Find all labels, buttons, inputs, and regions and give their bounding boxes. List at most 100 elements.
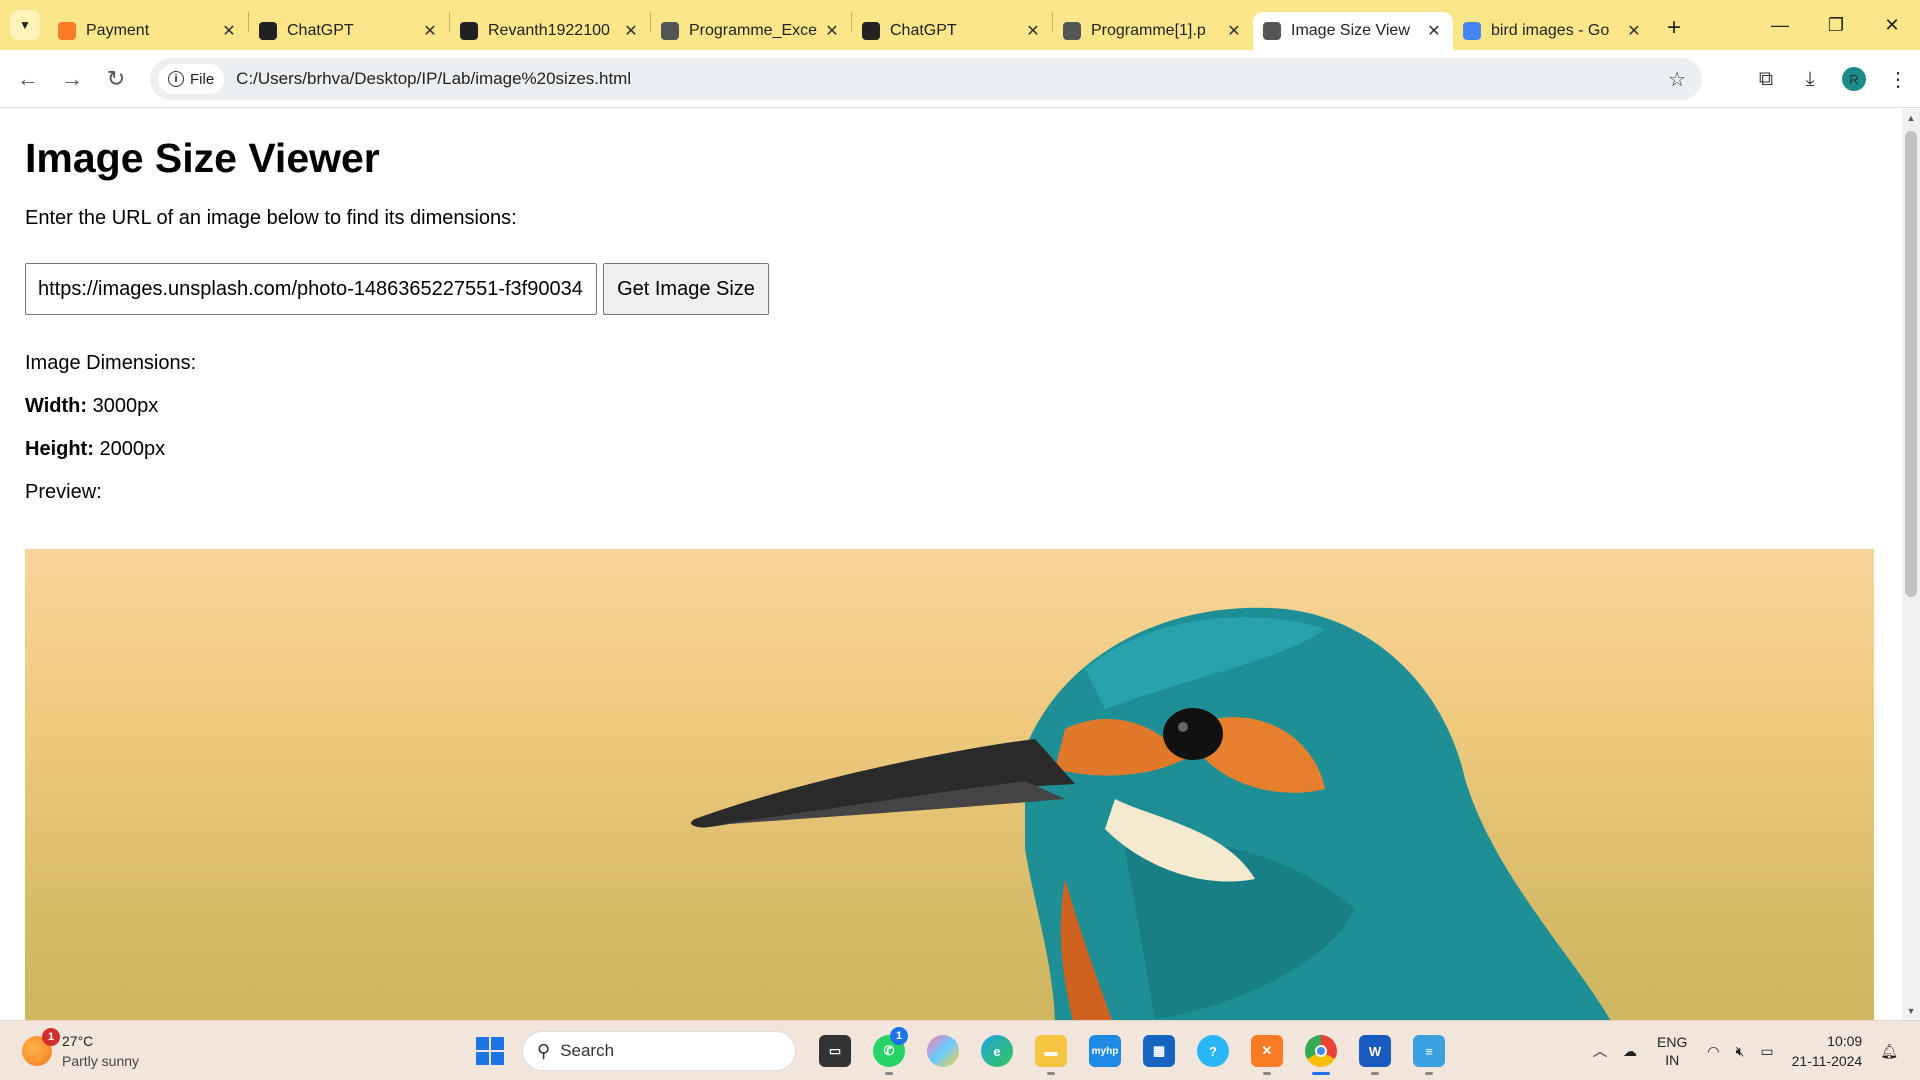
weather-badge: 1 [42, 1028, 60, 1046]
tab-title: bird images - Go [1491, 22, 1610, 39]
battery-icon[interactable]: ▭ [1760, 1043, 1773, 1060]
get-image-size-button[interactable]: Get Image Size [603, 263, 769, 315]
tab-close-icon[interactable]: ✕ [622, 21, 640, 41]
tab-title: ChatGPT [890, 22, 957, 39]
tab-search-menu-button[interactable]: ▼ [10, 10, 40, 40]
task-view-icon[interactable]: ▭ [812, 1029, 858, 1073]
tab-title: Payment [86, 22, 150, 39]
height-line: Height: 2000px [25, 438, 165, 461]
tab-title: Revanth1922100 [488, 22, 610, 39]
profile-avatar[interactable]: R [1842, 67, 1866, 91]
site-info-chip[interactable]: i File [158, 64, 225, 94]
tab-close-icon[interactable]: ✕ [823, 21, 841, 41]
close-window-button[interactable]: ✕ [1864, 15, 1920, 36]
onedrive-sync-icon[interactable]: ☁ [1623, 1043, 1637, 1060]
back-button[interactable]: ← [6, 66, 50, 92]
browser-tab[interactable]: Programme_Exce ✕ [651, 12, 851, 50]
width-line: Width: 3000px [25, 395, 158, 418]
browser-tab[interactable]: Payment ✕ [48, 12, 248, 50]
vertical-scrollbar[interactable]: ▲ ▼ [1902, 109, 1920, 1020]
browser-tab[interactable]: Image Size View ✕ [1253, 12, 1453, 50]
image-preview [25, 549, 1874, 1020]
file-explorer-icon[interactable]: ▬ [1028, 1029, 1074, 1075]
windows-start-icon[interactable] [470, 1031, 510, 1071]
page-content: Image Size Viewer Enter the URL of an im… [0, 109, 1902, 1020]
reload-button[interactable]: ↻ [94, 66, 138, 92]
tab-close-icon[interactable]: ✕ [1425, 21, 1443, 41]
chrome-icon[interactable] [1298, 1029, 1344, 1075]
myhp-icon[interactable]: myhp [1082, 1029, 1128, 1073]
globe-icon [1263, 22, 1281, 40]
extensions-icon[interactable]: ⧉ [1744, 68, 1788, 91]
downloads-icon[interactable]: ⤓ [1788, 68, 1832, 91]
volume-muted-icon[interactable]: 🔇︎ [1736, 1043, 1745, 1060]
browser-tab[interactable]: bird images - Go ✕ [1453, 12, 1653, 50]
tab-close-icon[interactable]: ✕ [421, 21, 439, 41]
scrollbar-thumb[interactable] [1905, 131, 1917, 597]
show-hidden-icons-chevron-icon[interactable]: ︿ [1593, 1041, 1607, 1061]
height-label: Height: [25, 438, 94, 460]
pinned-apps: ▭ ✆ 1 e ▬ myhp ▦ ? ✕ W ≡ [808, 1027, 1456, 1075]
new-tab-button[interactable]: + [1667, 14, 1681, 42]
width-value: 3000px [87, 395, 159, 417]
address-bar[interactable]: i File C:/Users/brhva/Desktop/IP/Lab/ima… [150, 58, 1702, 100]
word-icon[interactable]: W [1352, 1029, 1398, 1075]
system-tray: ︿ ☁ ENG IN ◠ 🔇︎ ▭ 10:09 21-11-2024 🔔︎ [1585, 1029, 1906, 1073]
scheme-label: File [190, 70, 215, 88]
minimize-button[interactable]: — [1752, 15, 1808, 36]
chatgpt-icon [862, 22, 880, 40]
copilot-icon[interactable] [920, 1029, 966, 1073]
globe-icon [1063, 22, 1081, 40]
search-icon: ⚲ [537, 1040, 551, 1061]
lang-bottom: IN [1665, 1052, 1680, 1068]
tab-close-icon[interactable]: ✕ [1225, 21, 1243, 41]
google-icon [1463, 22, 1481, 40]
taskbar-center: ⚲ Search ▭ ✆ 1 e ▬ myhp ▦ ? ✕ W ≡ [470, 1027, 1456, 1075]
browser-tab[interactable]: Programme[1].p ✕ [1053, 12, 1253, 50]
scroll-up-arrow[interactable]: ▲ [1902, 109, 1920, 127]
image-url-input[interactable] [25, 263, 597, 315]
tab-close-icon[interactable]: ✕ [1625, 21, 1643, 41]
bookmark-star-icon[interactable]: ☆ [1668, 67, 1686, 92]
windows-taskbar: 1 27°C Partly sunny ⚲ Search ▭ ✆ 1 e ▬ my… [0, 1020, 1920, 1080]
tab-title: Image Size View [1291, 22, 1410, 39]
wifi-icon[interactable]: ◠ [1707, 1043, 1719, 1060]
width-label: Width: [25, 395, 88, 417]
clock-time: 10:09 [1827, 1033, 1863, 1049]
edge-icon[interactable]: e [974, 1029, 1020, 1073]
clock[interactable]: 10:09 21-11-2024 [1792, 1031, 1863, 1071]
lang-top: ENG [1657, 1034, 1688, 1050]
tab-close-icon[interactable]: ✕ [1024, 21, 1042, 41]
info-icon: i [168, 71, 184, 87]
tab-close-icon[interactable]: ✕ [220, 21, 238, 41]
notepad-icon[interactable]: ≡ [1406, 1029, 1452, 1075]
height-value: 2000px [93, 438, 166, 460]
microsoft-store-icon[interactable]: ▦ [1136, 1029, 1182, 1073]
kingfisher-bird-image [690, 607, 1611, 1020]
browser-tab[interactable]: ChatGPT ✕ [852, 12, 1052, 50]
github-icon [460, 22, 478, 40]
clock-date: 21-11-2024 [1791, 1053, 1863, 1069]
globe-icon [661, 22, 679, 40]
weather-widget[interactable]: 1 27°C Partly sunny [22, 1028, 139, 1071]
taskbar-search[interactable]: ⚲ Search [522, 1031, 796, 1071]
browser-tab[interactable]: ChatGPT ✕ [249, 12, 449, 50]
xampp-icon[interactable]: ✕ [1244, 1029, 1290, 1075]
restore-button[interactable]: ❐ [1808, 15, 1864, 36]
forward-button[interactable]: → [50, 66, 94, 92]
menu-kebab-icon[interactable]: ⋮ [1876, 67, 1920, 92]
url-text[interactable]: C:/Users/brhva/Desktop/IP/Lab/image%20si… [236, 69, 631, 89]
whatsapp-icon[interactable]: ✆ 1 [866, 1027, 912, 1075]
notifications-bell-icon[interactable]: 🔔︎ [1880, 1043, 1898, 1060]
tab-title: Programme_Exce [689, 22, 817, 39]
get-help-icon[interactable]: ? [1190, 1029, 1236, 1073]
browser-toolbar: ← → ↻ i File C:/Users/brhva/Desktop/IP/L… [0, 50, 1920, 108]
dimensions-label: Image Dimensions: [25, 352, 197, 374]
tab-title: Programme[1].p [1091, 22, 1206, 39]
browser-tab[interactable]: Revanth1922100 ✕ [450, 12, 650, 50]
toolbar-right: ⧉ ⤓ R ⋮ [1744, 50, 1920, 108]
language-indicator[interactable]: ENG IN [1657, 1033, 1687, 1069]
page-title: Image Size Viewer [25, 135, 380, 181]
window-controls: — ❐ ✕ [1752, 0, 1920, 50]
scroll-down-arrow[interactable]: ▼ [1902, 1002, 1920, 1020]
